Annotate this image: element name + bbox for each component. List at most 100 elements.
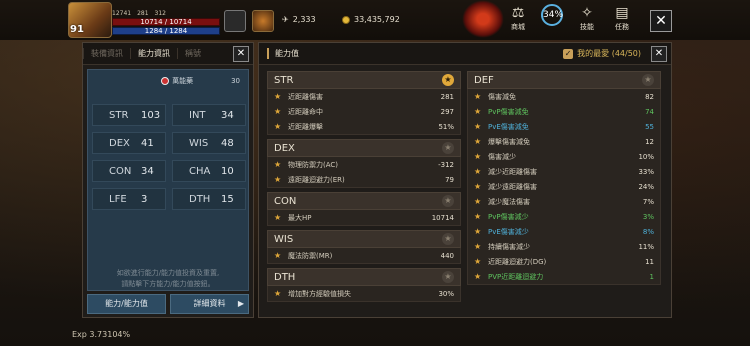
star-icon[interactable]: ★ [474,227,488,236]
check-icon: ✓ [563,48,574,59]
group-body: ★ 傷害減免 82 ★ PvP傷害減免 74 ★ PvE傷害減免 55 ★ 爆擊傷害減免 12 ★ 傷害減… [467,89,661,285]
star-icon[interactable]: ★ [474,152,488,161]
stat-name: PvE傷害減少 [488,227,529,236]
shop-icon: ⚖ [511,5,525,21]
skill-label: 技能 [580,23,594,31]
ability-button[interactable]: 能力/能力值 [87,294,166,314]
stat-name: 近距離命中 [288,107,323,116]
close-icon[interactable]: ✕ [233,46,249,62]
panel-tabs: 裝備資訊 能力資訊 稱號 ✕ [83,43,253,65]
pet-slot[interactable] [224,10,246,32]
elixir-value: 30 [231,77,240,85]
stat-name: 傷害減免 [488,92,516,101]
group-body: ★ 近距離傷害 281 ★ 近距離命中 297 ★ 近距離爆擊 51% [267,89,461,135]
stat-grid: STR 103 INT 34 DEX 41 WIS 48 CON 34 CHA 10 LFE… [92,104,246,210]
quest-button[interactable]: ▤ 任務 [607,4,637,32]
group-title: STR [274,74,294,86]
portal-icon[interactable] [462,0,504,38]
stat-value: 12 [645,137,654,146]
favorites-toggle[interactable]: ✓ 我的最愛 (44/50) [563,48,641,59]
star-icon[interactable]: ★ [474,212,488,221]
star-icon[interactable]: ★ [474,242,488,251]
note-line-1: 如欲進行能力/能力值投資及重置, [116,269,220,277]
stat-row: ★ 減少魔法傷害 7% [468,194,660,209]
info-note: 如欲進行能力/能力值投資及重置, 請點擊下方能力/能力值按鈕。 [98,268,238,290]
buff-b: 281 [137,10,149,17]
star-icon[interactable]: ★ [474,257,488,266]
stats-box: 萬能藥 30 STR 103 INT 34 DEX 41 WIS 48 CON 34 CH… [87,69,249,291]
star-icon[interactable]: ★ [474,182,488,191]
favorite-star-icon[interactable]: ★ [642,74,654,86]
star-icon[interactable]: ★ [274,175,288,184]
stat-value: 10714 [431,213,454,222]
stat-row: ★ 近距離傷害 281 [268,89,460,104]
star-icon[interactable]: ★ [274,122,288,131]
star-icon[interactable]: ★ [474,122,488,131]
stat-name: 減少遠距離傷害 [488,182,537,191]
favorite-star-icon[interactable]: ★ [442,74,454,86]
panel-title: 能力值 [267,48,299,59]
group-body: ★ 最大HP 10714 [267,210,461,226]
star-icon[interactable]: ★ [274,213,288,222]
stat-row: ★ 減少近距離傷害 33% [468,164,660,179]
shop-label: 商城 [511,23,525,31]
stat-name: 近距離迴避力(DG) [488,257,547,266]
star-icon[interactable]: ★ [274,92,288,101]
stat-name: 持續傷害減少 [488,242,530,251]
stat-name: 最大HP [288,213,312,222]
progress-button[interactable]: 34% [537,4,567,26]
group-title: DEX [274,142,295,154]
detail-button[interactable]: 詳細資料 ▶ [170,294,249,314]
star-icon[interactable]: ★ [474,137,488,146]
item-slot[interactable] [252,10,274,32]
stat-name: 減少近距離傷害 [488,167,537,176]
stat-row: ★ 傷害減免 82 [468,89,660,104]
stat-dth: DTH 15 [172,188,246,210]
close-icon[interactable]: ✕ [651,46,667,62]
stat-name: 近距離傷害 [288,92,323,101]
panel-header: 能力值 ✓ 我的最愛 (44/50) ✕ [259,43,671,65]
star-icon[interactable]: ★ [274,107,288,116]
favorite-star-icon[interactable]: ★ [442,271,454,283]
favorite-star-icon[interactable]: ★ [442,233,454,245]
stat-name: 魔法防禦(MR) [288,251,333,260]
wing-currency: ✈ 2,333 [282,15,316,24]
stat-value: 30% [438,289,454,298]
favorite-star-icon[interactable]: ★ [442,195,454,207]
tab-equipment[interactable]: 裝備資訊 [83,48,130,59]
stat-row: ★ PvP傷害減少 3% [468,209,660,224]
stat-name: PvE傷害減免 [488,122,529,131]
star-icon[interactable]: ★ [474,167,488,176]
progress-icon: 34% [541,4,563,26]
star-icon[interactable]: ★ [274,251,288,260]
tab-ability[interactable]: 能力資訊 [130,48,177,59]
star-icon[interactable]: ★ [474,272,488,281]
note-line-2: 請點擊下方能力/能力值按鈕。 [121,280,215,288]
wing-value: 2,333 [292,15,316,24]
star-icon[interactable]: ★ [474,107,488,116]
star-icon[interactable]: ★ [474,92,488,101]
skill-icon: ✧ [581,5,593,21]
star-icon[interactable]: ★ [274,289,288,298]
tab-title[interactable]: 稱號 [177,48,208,59]
stat-row: ★ PvP傷害減免 74 [468,104,660,119]
star-icon[interactable]: ★ [474,197,488,206]
skill-button[interactable]: ✧ 技能 [572,4,602,32]
stat-name: 遠距離迴避力(ER) [288,175,345,184]
right-stat-column: DEF ★ ★ 傷害減免 82 ★ PvP傷害減免 74 ★ PvE傷害減免 55 ★ 爆擊傷害減免 12… [467,71,661,289]
stat-lfe: LFE 3 [92,188,166,210]
stat-str: STR 103 [92,104,166,126]
stat-name: 傷害減少 [488,152,516,161]
favorite-star-icon[interactable]: ★ [442,142,454,154]
panel-buttons: 能力/能力值 詳細資料 ▶ [87,294,249,314]
group-body: ★ 增加對方經驗值損失 30% [267,286,461,302]
shop-button[interactable]: ⚖ 商城 [503,4,533,32]
character-level: 91 [70,24,84,35]
coin-icon [342,15,350,24]
stat-row: ★ 爆擊傷害減免 12 [468,134,660,149]
close-icon[interactable]: ✕ [650,10,672,32]
star-icon[interactable]: ★ [274,160,288,169]
stat-row: ★ 物理防禦力(AC) -312 [268,157,460,172]
stat-value: 8% [642,227,654,236]
stat-value: 3% [642,212,654,221]
